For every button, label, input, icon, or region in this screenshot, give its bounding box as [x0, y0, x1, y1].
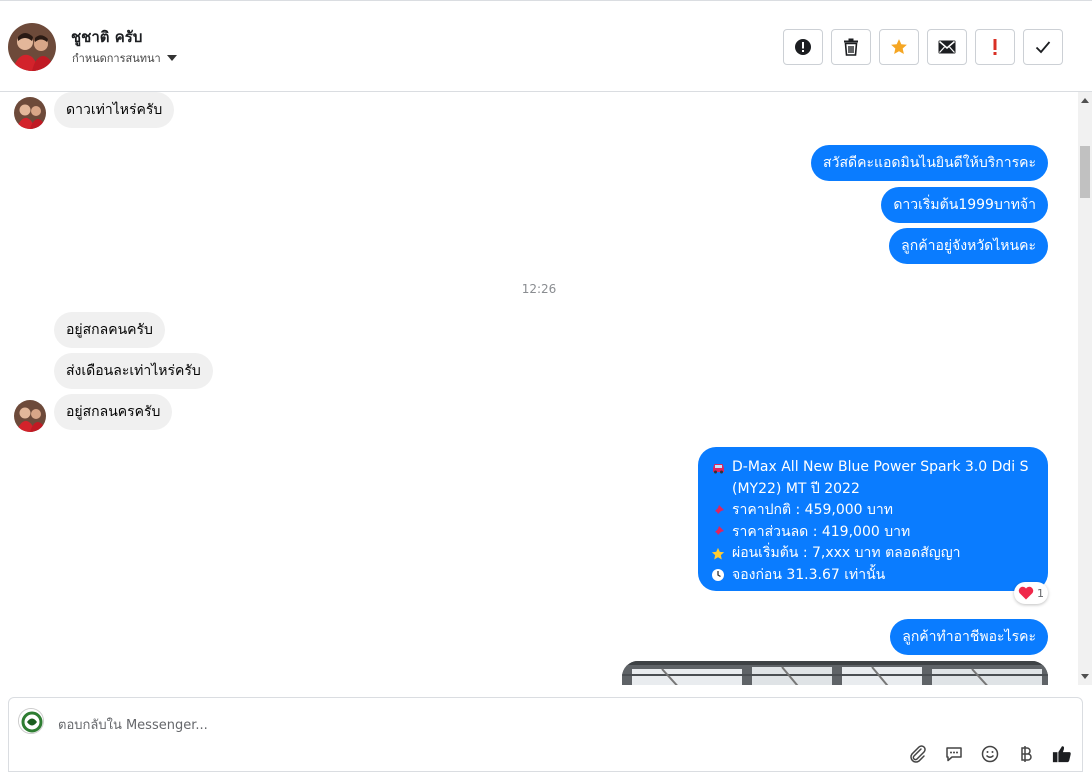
baht-icon[interactable] — [1016, 744, 1036, 764]
thumbs-up-icon[interactable] — [1052, 744, 1072, 764]
clock-icon — [710, 565, 726, 586]
star-button[interactable] — [879, 29, 919, 65]
saved-reply-icon[interactable] — [944, 744, 964, 764]
mail-icon — [938, 40, 956, 54]
incoming-message[interactable]: อยู่สกลคนครับ — [54, 312, 165, 348]
reply-input[interactable]: ตอบกลับใน Messenger... — [58, 714, 208, 735]
assign-conversation-dropdown[interactable]: กำหนดการสนทนา — [72, 49, 177, 67]
scroll-up-arrow-icon[interactable] — [1081, 98, 1089, 103]
promo-line: ผ่อนเริ่มต้น : 7,xxx บาท ตลอดสัญญา — [710, 543, 1036, 565]
contact-name: ชูชาติ ครับ — [71, 28, 143, 46]
outgoing-message[interactable]: ลูกค้าอยู่จังหวัดไหนคะ — [889, 228, 1048, 264]
promo-line: (MY22) MT ปี 2022 — [732, 480, 860, 497]
thread-scrollbar[interactable] — [1078, 92, 1092, 685]
message-thread[interactable]: ดาวเท่าไหร่ครับ สวัสดีคะแอดมินไนยินดีให้… — [0, 92, 1078, 685]
conversation-header: ชูชาติ ครับ กำหนดการสนทนา — [0, 0, 1092, 92]
car-icon — [710, 457, 726, 478]
mark-important-icon — [993, 39, 997, 55]
mark-done-button[interactable] — [1023, 29, 1063, 65]
reply-composer: ตอบกลับใน Messenger... — [8, 697, 1083, 772]
promo-line: ราคาปกติ : 459,000 บาท — [710, 500, 1036, 522]
heart-icon — [1018, 586, 1034, 600]
scroll-down-arrow-icon[interactable] — [1081, 674, 1089, 679]
emoji-icon[interactable] — [980, 744, 1000, 764]
mark-important-button[interactable] — [975, 29, 1015, 65]
delete-button[interactable] — [831, 29, 871, 65]
scroll-thumb[interactable] — [1080, 146, 1090, 198]
promo-line: ราคาส่วนลด : 419,000 บาท — [710, 522, 1036, 544]
message-timestamp: 12:26 — [521, 282, 557, 296]
reaction-count: 1 — [1037, 586, 1044, 600]
composer-tools — [908, 744, 1072, 764]
pushpin-icon — [710, 522, 726, 543]
image-attachment[interactable] — [622, 661, 1048, 685]
paperclip-icon[interactable] — [908, 744, 928, 764]
mark-unread-button[interactable] — [927, 29, 967, 65]
caret-down-icon — [166, 55, 177, 61]
contact-avatar[interactable] — [8, 23, 56, 71]
trash-icon — [844, 38, 858, 56]
sender-avatar — [14, 97, 46, 129]
promo-line: D-Max All New Blue Power Spark 3.0 Ddi S — [710, 457, 1036, 479]
assign-label: กำหนดการสนทนา — [72, 52, 161, 65]
outgoing-promo-message[interactable]: D-Max All New Blue Power Spark 3.0 Ddi S… — [698, 447, 1048, 591]
outgoing-message[interactable]: สวัสดีคะแอดมินไนยินดีให้บริการคะ — [811, 145, 1048, 181]
incoming-message[interactable]: ดาวเท่าไหร่ครับ — [54, 92, 175, 128]
incoming-message[interactable]: อยู่สกลนครครับ — [54, 394, 173, 430]
report-icon — [795, 39, 811, 55]
message-reaction[interactable]: 1 — [1014, 582, 1048, 604]
star-icon — [891, 39, 907, 55]
outgoing-message[interactable]: ดาวเริ่มต้น1999บาทจ้า — [881, 187, 1048, 223]
promo-line: จองก่อน 31.3.67 เท่านั้น — [710, 565, 1036, 587]
page-avatar — [18, 708, 44, 734]
star-emoji-icon — [710, 543, 726, 564]
incoming-message[interactable]: ส่งเดือนละเท่าไหร่ครับ — [54, 353, 213, 389]
conversation-actions — [783, 29, 1063, 65]
outgoing-message[interactable]: ลูกค้าทำอาชีพอะไรคะ — [890, 619, 1048, 655]
checkmark-icon — [1035, 41, 1051, 54]
pushpin-icon — [710, 500, 726, 521]
report-button[interactable] — [783, 29, 823, 65]
sender-avatar — [14, 400, 46, 432]
